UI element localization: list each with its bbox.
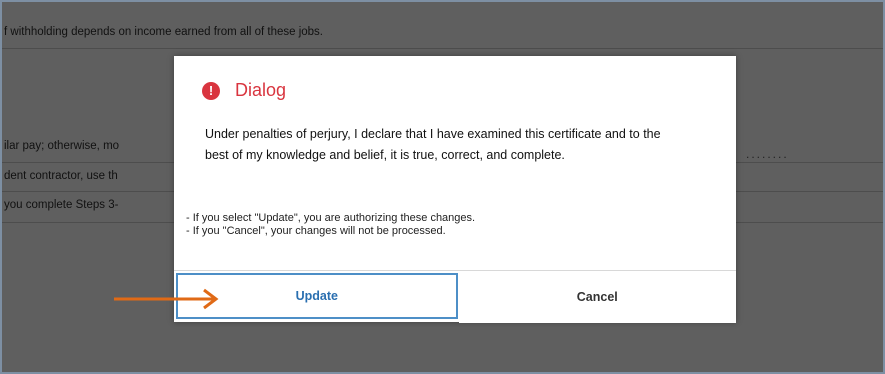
dialog-footer: Update Cancel <box>174 270 736 323</box>
dialog-note-update: - If you select "Update", you are author… <box>186 212 476 224</box>
dialog-notes: - If you select "Update", you are author… <box>186 212 475 238</box>
background-dots: ........ <box>746 147 789 161</box>
app-window: f withholding depends on income earned f… <box>0 0 885 374</box>
exclamation-icon: ! <box>202 81 220 100</box>
background-text-row: f withholding depends on income earned f… <box>4 26 324 38</box>
cancel-button[interactable]: Cancel <box>458 271 736 323</box>
confirmation-dialog: ! Dialog Under penalties of perjury, I d… <box>174 56 736 323</box>
dialog-title: Dialog <box>235 80 287 100</box>
dialog-header: ! Dialog <box>202 80 286 101</box>
dialog-body-text: Under penalties of perjury, I declare th… <box>205 127 661 162</box>
arrow-right-icon <box>114 288 219 310</box>
background-divider <box>2 48 883 49</box>
dialog-note-cancel: - If you "Cancel", your changes will not… <box>186 225 446 237</box>
